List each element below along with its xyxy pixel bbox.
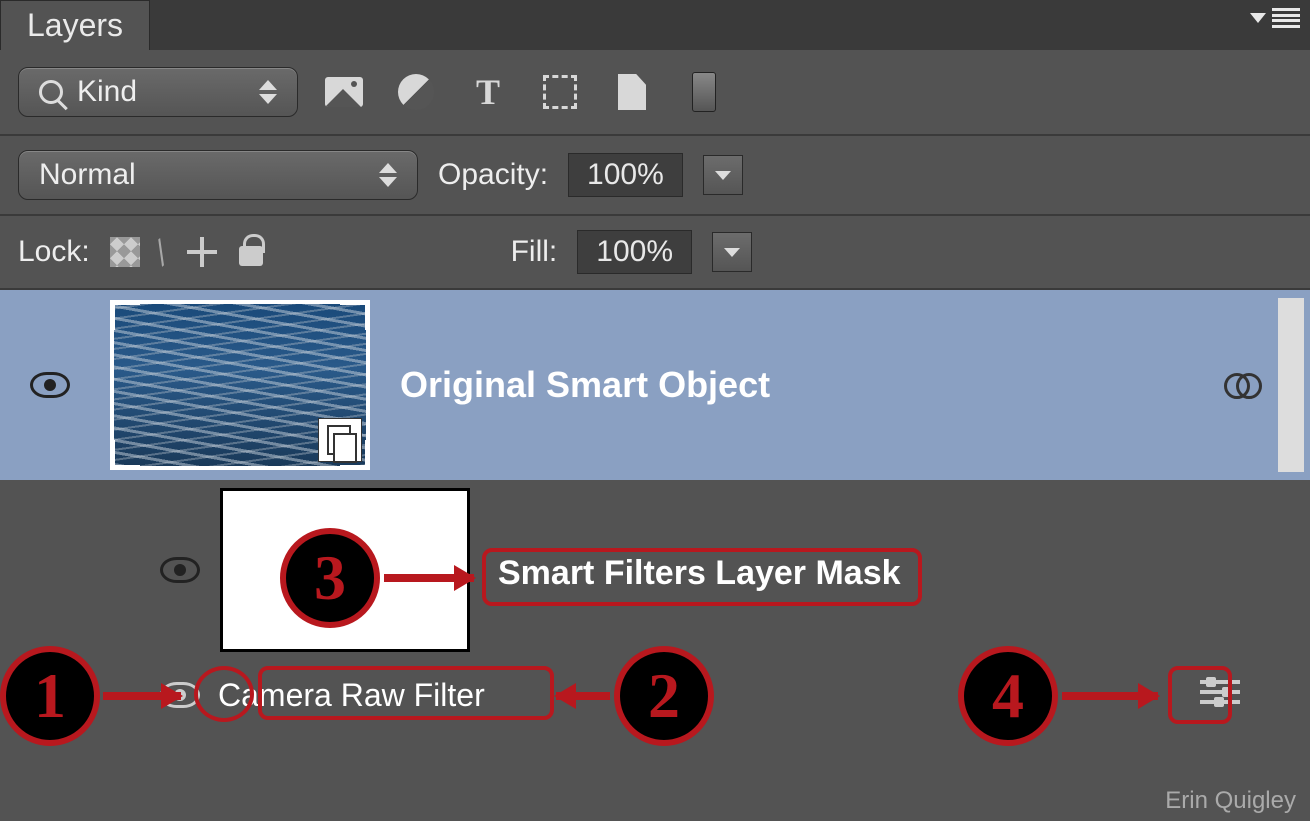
annotation-arrow-3 [384, 574, 474, 582]
annotation-box-4 [1168, 666, 1232, 724]
filter-toggle-switch[interactable] [678, 66, 730, 118]
smartobject-icon [618, 74, 646, 110]
smartobject-badge-icon [318, 418, 362, 462]
filter-pixel-layers-button[interactable] [318, 66, 370, 118]
annotation-badge-2: 2 [614, 646, 714, 746]
image-icon [325, 77, 363, 107]
panel-tab-bar: Layers [0, 0, 1310, 50]
annotation-badge-1: 1 [0, 646, 100, 746]
layer-thumbnail[interactable] [100, 290, 380, 480]
filter-type-layers-button[interactable]: T [462, 66, 514, 118]
opacity-value-input[interactable]: 100% [568, 153, 683, 197]
annotation-label-3: Smart Filters Layer Mask [498, 554, 901, 593]
filter-kind-label: Kind [77, 75, 137, 109]
caret-down-icon [715, 171, 731, 180]
layers-panel: Layers Kind T Normal Opacity: [0, 0, 1310, 821]
annotation-arrow-1 [103, 692, 181, 700]
filter-kind-select[interactable]: Kind [18, 67, 298, 117]
panel-menu-icon[interactable] [1272, 8, 1300, 28]
fill-label: Fill: [511, 235, 558, 269]
opacity-dropdown-button[interactable] [703, 155, 743, 195]
visibility-toggle-icon[interactable] [160, 557, 200, 583]
layers-tab-label: Layers [27, 7, 123, 44]
smart-filter-link-icon [1224, 373, 1260, 397]
lock-transparent-button[interactable] [110, 237, 140, 267]
shape-icon [543, 75, 577, 109]
annotation-arrow-2 [556, 692, 610, 700]
lock-position-button[interactable] [185, 235, 219, 269]
blend-mode-select[interactable]: Normal [18, 150, 418, 200]
layer-row-smartobject[interactable]: Original Smart Object [0, 290, 1310, 480]
caret-down-icon [724, 248, 740, 257]
filter-shape-layers-button[interactable] [534, 66, 586, 118]
updown-icon [259, 80, 277, 104]
fill-dropdown-button[interactable] [712, 232, 752, 272]
annotation-badge-4: 4 [958, 646, 1058, 746]
blend-mode-value: Normal [39, 158, 136, 192]
lock-image-button[interactable]: ⁄ [148, 235, 177, 269]
filter-adjustment-layers-button[interactable] [390, 66, 442, 118]
image-credit: Erin Quigley [1165, 787, 1296, 815]
annotation-arrow-4 [1062, 692, 1158, 700]
annotation-badge-3: 3 [280, 528, 380, 628]
fill-value-input[interactable]: 100% [577, 230, 692, 274]
type-icon: T [476, 71, 500, 113]
panel-menu-caret-icon[interactable] [1250, 13, 1266, 23]
lock-icon [239, 246, 263, 266]
annotation-circle-1 [194, 666, 254, 722]
opacity-label: Opacity: [438, 158, 548, 192]
layer-name-label[interactable]: Original Smart Object [400, 364, 770, 406]
adjustment-icon [398, 74, 434, 110]
toggle-icon [692, 72, 716, 112]
lock-bar: Lock: ⁄ Fill: 100% [0, 216, 1310, 290]
search-icon [39, 80, 63, 104]
annotation-box-2 [258, 666, 554, 720]
layers-tab[interactable]: Layers [0, 0, 150, 50]
checker-icon [110, 237, 140, 267]
blend-mode-bar: Normal Opacity: 100% [0, 136, 1310, 216]
layers-list: Original Smart Object Camera Raw Filter … [0, 290, 1310, 821]
scrollbar-track[interactable] [1278, 298, 1304, 472]
lock-all-button[interactable] [239, 238, 263, 266]
filter-smartobject-layers-button[interactable] [606, 66, 658, 118]
updown-icon [379, 163, 397, 187]
lock-label: Lock: [18, 235, 90, 269]
layer-filter-bar: Kind T [0, 50, 1310, 136]
visibility-toggle-icon[interactable] [30, 372, 70, 398]
